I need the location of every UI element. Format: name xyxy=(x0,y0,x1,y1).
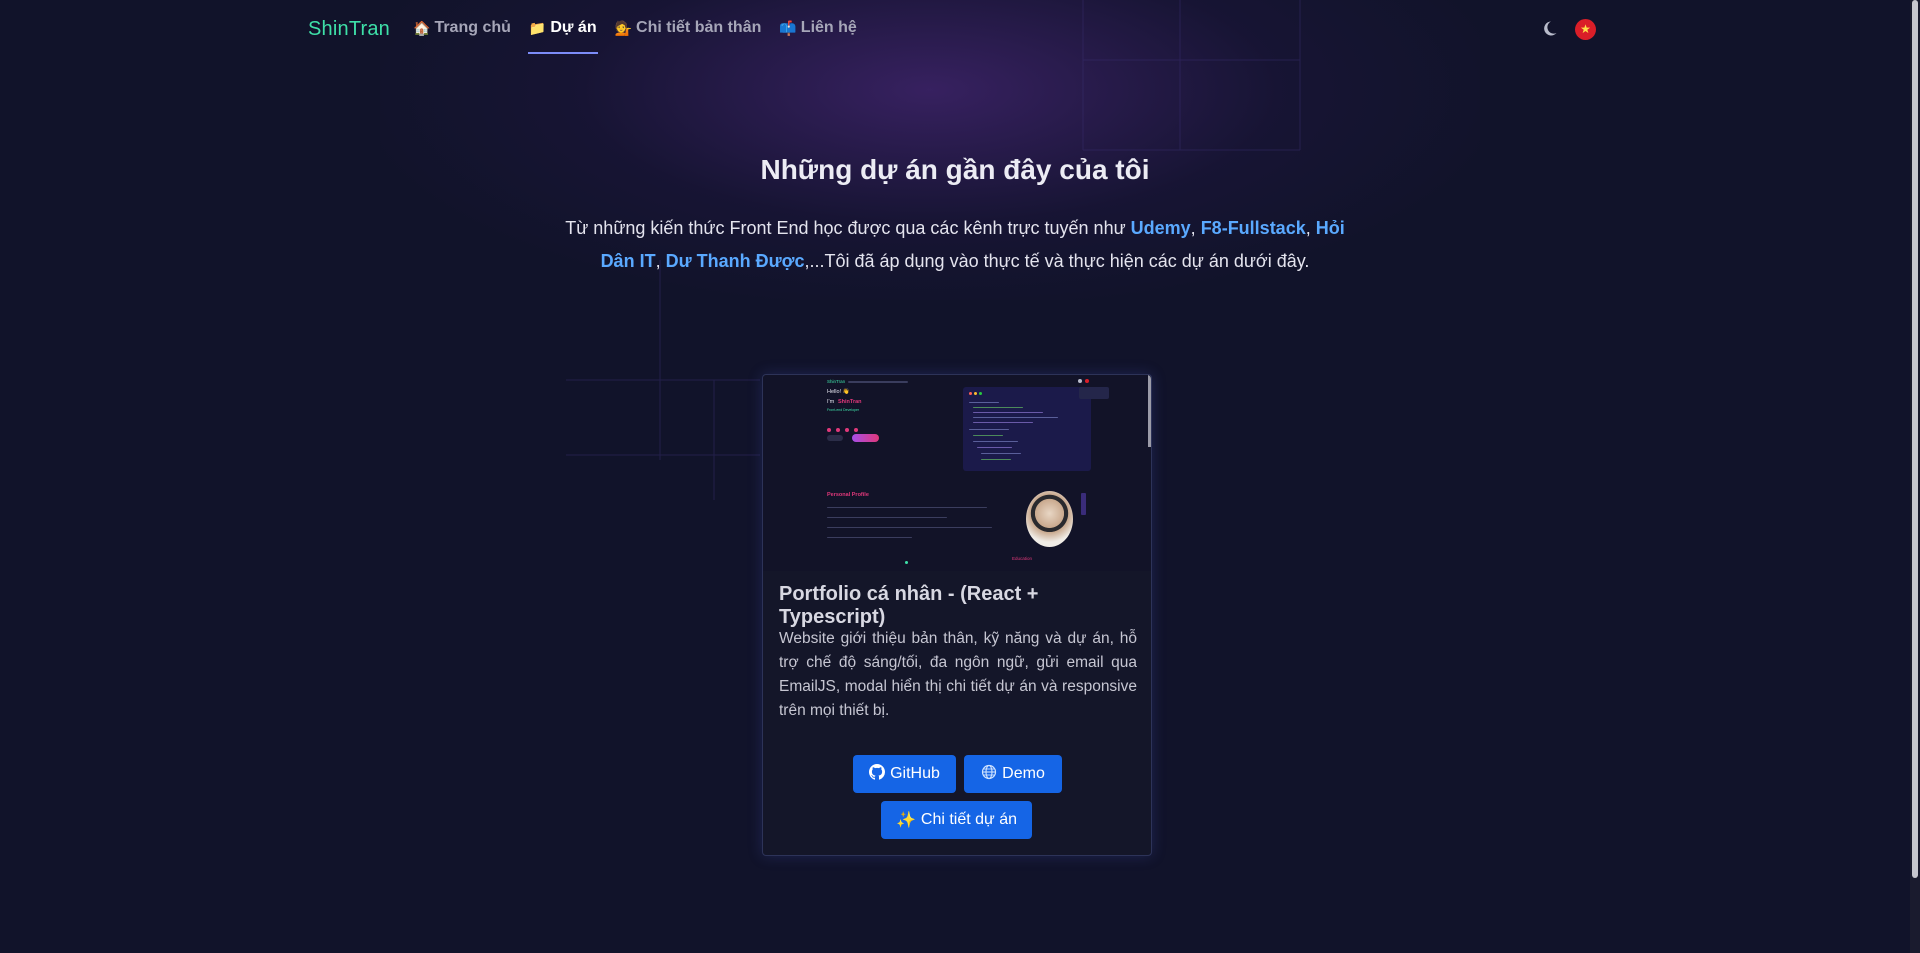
thumb-button-gradient xyxy=(852,434,879,442)
thumb-text-line xyxy=(827,537,912,538)
detail-label: Chi tiết dự án xyxy=(920,811,1017,828)
intro-prefix: Từ những kiến thức Front End học được qu… xyxy=(565,218,1131,238)
project-title: Portfolio cá nhân - (React + Typescript) xyxy=(779,583,1039,628)
source-f8[interactable]: F8-Fullstack xyxy=(1201,218,1306,238)
thumb-text-line xyxy=(827,527,992,528)
house-icon: 🏠 xyxy=(413,19,431,36)
thumb-dot xyxy=(905,561,908,564)
thumb-dropdown xyxy=(1079,387,1109,399)
thumb-name-prefix: I'm xyxy=(827,399,835,405)
source-duthanhduoc[interactable]: Dư Thanh Được xyxy=(666,251,805,271)
github-label: GitHub xyxy=(890,765,940,782)
thumb-text-line xyxy=(827,507,987,508)
globe-icon xyxy=(981,764,997,785)
thumb-scrollbar xyxy=(1148,375,1151,447)
intro-separator: , xyxy=(1190,218,1201,238)
avatar xyxy=(1026,491,1073,547)
thumb-code-box xyxy=(963,387,1091,471)
mailbox-icon: 📫 xyxy=(779,19,797,36)
folder-icon: 📁 xyxy=(528,19,547,36)
section-title: Những dự án gần đây của tôi xyxy=(760,154,1150,185)
sparkles-icon: ✨ xyxy=(895,812,916,829)
scrollbar-thumb[interactable] xyxy=(1912,0,1918,878)
thumb-hello: Hello! 👋 xyxy=(827,389,850,395)
thumb-moon-icon xyxy=(1078,379,1082,383)
project-description: Website giới thiệu bản thân, kỹ năng và … xyxy=(779,630,1137,719)
moon-icon[interactable] xyxy=(1541,20,1558,37)
section-intro: Từ những kiến thức Front End học được qu… xyxy=(555,212,1355,278)
thumb-name: ShinTran xyxy=(838,399,862,405)
intro-separator: , xyxy=(1305,218,1316,238)
project-detail-button[interactable]: ✨ Chi tiết dự án xyxy=(881,801,1032,839)
nav-link-projects[interactable]: 📁 Dự án xyxy=(520,0,606,56)
project-card: ShinTran Hello! 👋 I'm ShinTran Front-end… xyxy=(762,374,1152,856)
github-button[interactable]: GitHub xyxy=(853,755,956,793)
nav-link-about[interactable]: 💁 Chi tiết bản thân xyxy=(606,0,771,56)
nav-link-label: Liên hệ xyxy=(800,19,857,36)
demo-label: Demo xyxy=(1002,765,1045,782)
source-udemy[interactable]: Udemy xyxy=(1131,218,1191,238)
top-navbar: ShinTran 🏠 Trang chủ 📁 Dự án 💁 Chi tiết … xyxy=(0,0,1910,58)
thumb-role: Front-end Developer xyxy=(827,408,860,412)
thumb-profile-heading: Personal Profile xyxy=(827,492,869,498)
nav-link-label: Trang chủ xyxy=(434,19,511,36)
thumb-brand: ShinTran xyxy=(827,379,846,384)
nav-link-label: Dự án xyxy=(550,19,597,36)
intro-separator: , xyxy=(655,251,666,271)
github-icon xyxy=(869,763,886,785)
person-icon: 💁 xyxy=(614,19,633,36)
nav-link-home[interactable]: 🏠 Trang chủ xyxy=(404,0,520,56)
intro-suffix: ,...Tôi đã áp dụng vào thực tế và thực h… xyxy=(804,251,1310,271)
thumb-text-line xyxy=(827,517,947,518)
nav-link-contact[interactable]: 📫 Liên hệ xyxy=(770,0,865,56)
nav-links: 🏠 Trang chủ 📁 Dự án 💁 Chi tiết bản thân … xyxy=(404,0,866,56)
thumb-button xyxy=(827,435,843,441)
project-thumbnail: ShinTran Hello! 👋 I'm ShinTran Front-end… xyxy=(763,375,1151,571)
demo-button[interactable]: Demo xyxy=(964,755,1062,793)
thumb-nav xyxy=(848,381,908,383)
thumb-side-tab xyxy=(1081,493,1086,515)
brand-logo[interactable]: ShinTran xyxy=(308,18,390,41)
thumb-education-label: Education xyxy=(1012,556,1033,561)
page-scrollbar[interactable] xyxy=(1910,0,1920,953)
thumb-social-icons xyxy=(827,419,861,432)
thumb-flag-icon xyxy=(1085,379,1089,383)
vietnam-flag-icon[interactable]: ★ xyxy=(1575,19,1596,40)
nav-link-label: Chi tiết bản thân xyxy=(636,19,762,36)
